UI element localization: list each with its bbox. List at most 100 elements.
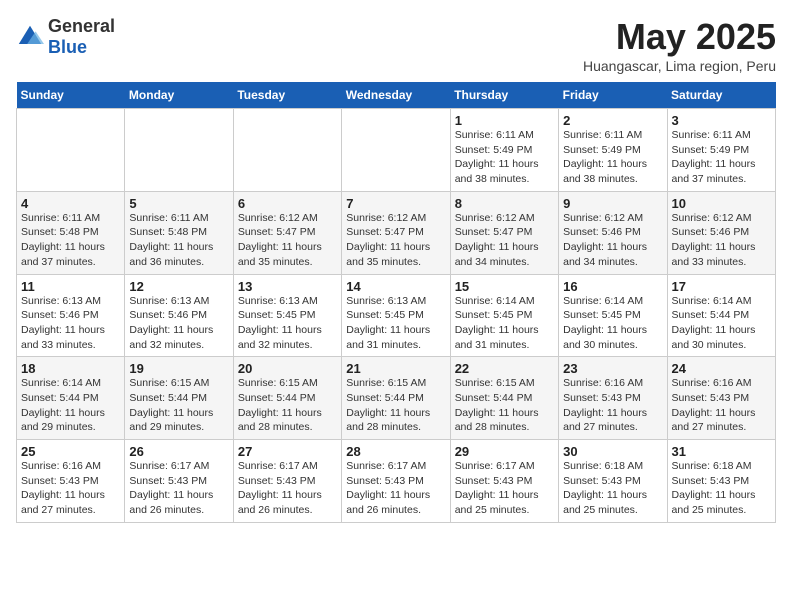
day-number: 21 [346,361,445,376]
day-info: Sunrise: 6:12 AM Sunset: 5:47 PM Dayligh… [346,211,445,270]
day-info: Sunrise: 6:15 AM Sunset: 5:44 PM Dayligh… [238,376,337,435]
day-cell: 14Sunrise: 6:13 AM Sunset: 5:45 PM Dayli… [342,274,450,357]
day-cell: 6Sunrise: 6:12 AM Sunset: 5:47 PM Daylig… [233,191,341,274]
day-cell: 4Sunrise: 6:11 AM Sunset: 5:48 PM Daylig… [17,191,125,274]
day-cell: 19Sunrise: 6:15 AM Sunset: 5:44 PM Dayli… [125,357,233,440]
day-cell: 13Sunrise: 6:13 AM Sunset: 5:45 PM Dayli… [233,274,341,357]
col-header-wednesday: Wednesday [342,82,450,109]
week-row-2: 4Sunrise: 6:11 AM Sunset: 5:48 PM Daylig… [17,191,776,274]
day-cell: 9Sunrise: 6:12 AM Sunset: 5:46 PM Daylig… [559,191,667,274]
day-cell: 7Sunrise: 6:12 AM Sunset: 5:47 PM Daylig… [342,191,450,274]
day-number: 27 [238,444,337,459]
week-row-4: 18Sunrise: 6:14 AM Sunset: 5:44 PM Dayli… [17,357,776,440]
day-cell: 29Sunrise: 6:17 AM Sunset: 5:43 PM Dayli… [450,440,558,523]
header: General Blue May 2025 Huangascar, Lima r… [16,16,776,74]
day-info: Sunrise: 6:14 AM Sunset: 5:44 PM Dayligh… [21,376,120,435]
day-info: Sunrise: 6:11 AM Sunset: 5:49 PM Dayligh… [455,128,554,187]
week-row-5: 25Sunrise: 6:16 AM Sunset: 5:43 PM Dayli… [17,440,776,523]
col-header-sunday: Sunday [17,82,125,109]
day-info: Sunrise: 6:11 AM Sunset: 5:48 PM Dayligh… [21,211,120,270]
logo: General Blue [16,16,115,58]
col-header-tuesday: Tuesday [233,82,341,109]
day-cell: 26Sunrise: 6:17 AM Sunset: 5:43 PM Dayli… [125,440,233,523]
day-number: 23 [563,361,662,376]
day-cell [17,109,125,192]
day-info: Sunrise: 6:16 AM Sunset: 5:43 PM Dayligh… [563,376,662,435]
day-number: 26 [129,444,228,459]
day-info: Sunrise: 6:15 AM Sunset: 5:44 PM Dayligh… [455,376,554,435]
day-cell: 28Sunrise: 6:17 AM Sunset: 5:43 PM Dayli… [342,440,450,523]
day-cell: 22Sunrise: 6:15 AM Sunset: 5:44 PM Dayli… [450,357,558,440]
day-number: 6 [238,196,337,211]
col-header-monday: Monday [125,82,233,109]
day-number: 24 [672,361,771,376]
logo-icon [16,23,44,51]
col-header-thursday: Thursday [450,82,558,109]
day-info: Sunrise: 6:16 AM Sunset: 5:43 PM Dayligh… [21,459,120,518]
day-cell: 12Sunrise: 6:13 AM Sunset: 5:46 PM Dayli… [125,274,233,357]
day-info: Sunrise: 6:12 AM Sunset: 5:46 PM Dayligh… [672,211,771,270]
day-info: Sunrise: 6:14 AM Sunset: 5:45 PM Dayligh… [455,294,554,353]
day-info: Sunrise: 6:17 AM Sunset: 5:43 PM Dayligh… [455,459,554,518]
subtitle: Huangascar, Lima region, Peru [583,58,776,74]
day-cell: 3Sunrise: 6:11 AM Sunset: 5:49 PM Daylig… [667,109,775,192]
day-info: Sunrise: 6:13 AM Sunset: 5:45 PM Dayligh… [346,294,445,353]
day-cell: 30Sunrise: 6:18 AM Sunset: 5:43 PM Dayli… [559,440,667,523]
week-row-1: 1Sunrise: 6:11 AM Sunset: 5:49 PM Daylig… [17,109,776,192]
day-cell: 15Sunrise: 6:14 AM Sunset: 5:45 PM Dayli… [450,274,558,357]
title-area: May 2025 Huangascar, Lima region, Peru [583,16,776,74]
day-info: Sunrise: 6:11 AM Sunset: 5:49 PM Dayligh… [563,128,662,187]
col-header-saturday: Saturday [667,82,775,109]
day-info: Sunrise: 6:11 AM Sunset: 5:48 PM Dayligh… [129,211,228,270]
day-number: 11 [21,279,120,294]
day-cell: 17Sunrise: 6:14 AM Sunset: 5:44 PM Dayli… [667,274,775,357]
day-info: Sunrise: 6:13 AM Sunset: 5:45 PM Dayligh… [238,294,337,353]
logo-blue: Blue [48,37,87,57]
day-cell: 24Sunrise: 6:16 AM Sunset: 5:43 PM Dayli… [667,357,775,440]
col-header-friday: Friday [559,82,667,109]
month-title: May 2025 [583,16,776,58]
day-number: 7 [346,196,445,211]
day-info: Sunrise: 6:16 AM Sunset: 5:43 PM Dayligh… [672,376,771,435]
logo-general: General [48,16,115,36]
calendar-header: SundayMondayTuesdayWednesdayThursdayFrid… [17,82,776,109]
day-cell: 20Sunrise: 6:15 AM Sunset: 5:44 PM Dayli… [233,357,341,440]
day-number: 29 [455,444,554,459]
day-cell [342,109,450,192]
day-info: Sunrise: 6:18 AM Sunset: 5:43 PM Dayligh… [563,459,662,518]
day-info: Sunrise: 6:13 AM Sunset: 5:46 PM Dayligh… [21,294,120,353]
day-number: 14 [346,279,445,294]
day-cell [125,109,233,192]
day-number: 5 [129,196,228,211]
day-number: 16 [563,279,662,294]
day-number: 25 [21,444,120,459]
day-number: 30 [563,444,662,459]
day-number: 19 [129,361,228,376]
day-cell: 27Sunrise: 6:17 AM Sunset: 5:43 PM Dayli… [233,440,341,523]
day-info: Sunrise: 6:11 AM Sunset: 5:49 PM Dayligh… [672,128,771,187]
day-info: Sunrise: 6:13 AM Sunset: 5:46 PM Dayligh… [129,294,228,353]
day-number: 15 [455,279,554,294]
day-number: 13 [238,279,337,294]
day-number: 3 [672,113,771,128]
day-cell [233,109,341,192]
day-number: 2 [563,113,662,128]
day-number: 22 [455,361,554,376]
day-info: Sunrise: 6:15 AM Sunset: 5:44 PM Dayligh… [129,376,228,435]
day-info: Sunrise: 6:17 AM Sunset: 5:43 PM Dayligh… [238,459,337,518]
day-number: 4 [21,196,120,211]
day-number: 10 [672,196,771,211]
day-number: 20 [238,361,337,376]
day-info: Sunrise: 6:12 AM Sunset: 5:47 PM Dayligh… [238,211,337,270]
day-cell: 18Sunrise: 6:14 AM Sunset: 5:44 PM Dayli… [17,357,125,440]
day-number: 18 [21,361,120,376]
day-cell: 23Sunrise: 6:16 AM Sunset: 5:43 PM Dayli… [559,357,667,440]
day-number: 12 [129,279,228,294]
day-cell: 16Sunrise: 6:14 AM Sunset: 5:45 PM Dayli… [559,274,667,357]
day-info: Sunrise: 6:17 AM Sunset: 5:43 PM Dayligh… [129,459,228,518]
day-number: 9 [563,196,662,211]
day-info: Sunrise: 6:14 AM Sunset: 5:44 PM Dayligh… [672,294,771,353]
day-cell: 1Sunrise: 6:11 AM Sunset: 5:49 PM Daylig… [450,109,558,192]
day-info: Sunrise: 6:15 AM Sunset: 5:44 PM Dayligh… [346,376,445,435]
day-info: Sunrise: 6:14 AM Sunset: 5:45 PM Dayligh… [563,294,662,353]
